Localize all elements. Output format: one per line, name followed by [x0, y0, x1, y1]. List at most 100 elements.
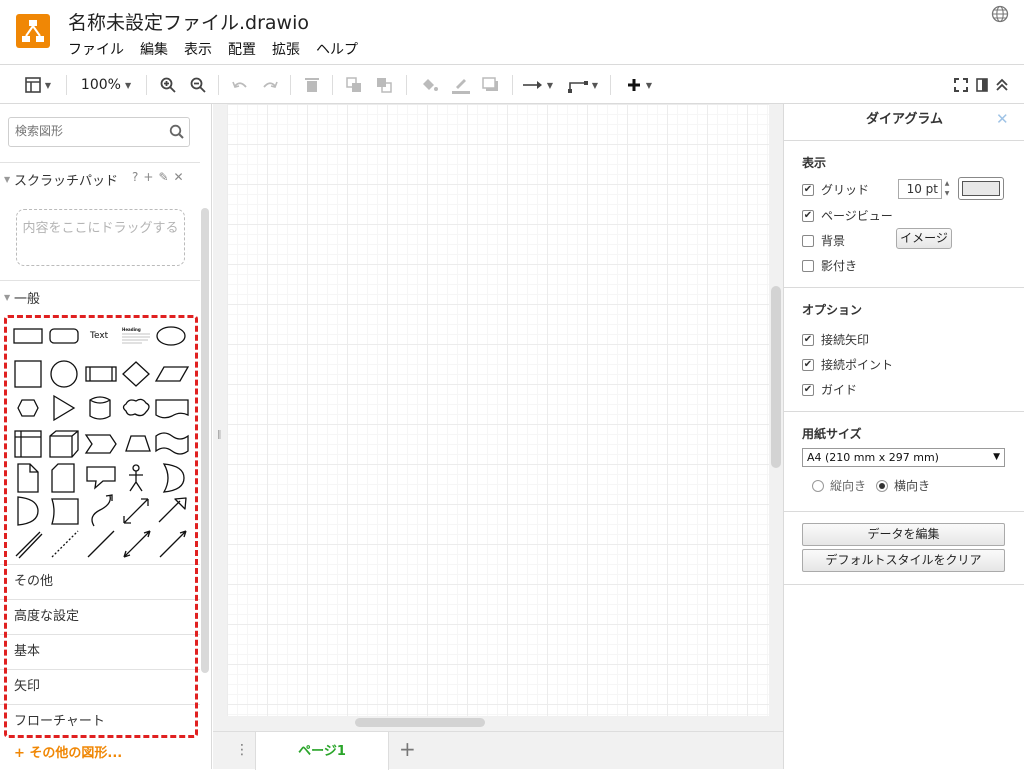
connection-arrows-checkbox[interactable]: ✔	[802, 333, 814, 346]
shadow-button[interactable]	[478, 73, 504, 97]
portrait-radio[interactable]	[812, 479, 824, 492]
sidebar-scrollbar[interactable]	[201, 208, 209, 673]
link-line-shape[interactable]	[10, 528, 46, 564]
data-storage-shape[interactable]	[10, 494, 46, 530]
collapse-button[interactable]	[992, 73, 1012, 97]
category-misc[interactable]: その他	[0, 564, 200, 599]
background-option[interactable]: 背景	[802, 232, 845, 249]
redo-button[interactable]	[258, 73, 282, 97]
landscape-option[interactable]: 横向き	[876, 477, 930, 494]
card-shape[interactable]	[46, 460, 82, 496]
page-menu-icon[interactable]: ⋮	[235, 742, 249, 758]
category-advanced[interactable]: 高度な設定	[0, 599, 200, 634]
process-shape[interactable]	[82, 356, 118, 392]
step-shape[interactable]	[82, 426, 118, 462]
scratchpad-collapse-icon[interactable]: ▼	[4, 175, 10, 184]
zoom-in-button[interactable]	[156, 73, 180, 97]
arrow-shape[interactable]	[154, 494, 190, 530]
or-shape[interactable]	[154, 460, 190, 496]
callout-shape[interactable]	[82, 460, 118, 496]
guides-checkbox[interactable]: ✔	[802, 383, 814, 396]
category-arrows[interactable]: 矢印	[0, 669, 200, 704]
background-image-button[interactable]: イメージ	[896, 228, 952, 249]
note-shape[interactable]	[10, 460, 46, 496]
search-icon[interactable]	[169, 124, 185, 144]
line-color-button[interactable]	[448, 73, 474, 97]
language-globe-icon[interactable]	[991, 5, 1009, 27]
dashed-line-shape[interactable]	[46, 528, 82, 564]
edit-data-button[interactable]: データを編集	[802, 523, 1005, 546]
to-front-button[interactable]	[342, 73, 366, 97]
diagram-canvas[interactable]	[227, 104, 769, 716]
shape-search-box[interactable]	[8, 117, 190, 147]
panel-close-icon[interactable]: ✕	[996, 110, 1009, 128]
shape-search-input[interactable]	[15, 118, 165, 144]
menu-arrange[interactable]: 配置	[220, 40, 264, 60]
vertical-scrollbar[interactable]	[771, 286, 781, 468]
scratchpad-edit-icon[interactable]: ✎	[158, 170, 168, 184]
category-basic[interactable]: 基本	[0, 634, 200, 669]
rounded-rectangle-shape[interactable]	[46, 318, 82, 354]
general-collapse-icon[interactable]: ▼	[4, 293, 10, 302]
category-flowchart[interactable]: フローチャート	[0, 704, 200, 739]
horizontal-scrollbar[interactable]	[355, 718, 485, 727]
grid-checkbox[interactable]: ✔	[802, 183, 814, 196]
text-shape[interactable]: Text	[90, 331, 108, 341]
scratchpad-drop-area[interactable]: 内容をここにドラッグする	[16, 209, 185, 266]
connection-style-button[interactable]: ▼	[520, 73, 556, 97]
directional-connector-shape[interactable]	[154, 528, 190, 564]
trapezoid-shape[interactable]	[118, 426, 154, 462]
zoom-select[interactable]: 100% ▼	[76, 73, 136, 97]
page-view-checkbox[interactable]: ✔	[802, 209, 814, 222]
more-shapes-link[interactable]: + その他の図形...	[14, 742, 122, 761]
menu-help[interactable]: ヘルプ	[308, 40, 366, 60]
to-back-button[interactable]	[372, 73, 396, 97]
connection-points-option[interactable]: ✔ 接続ポイント	[802, 356, 893, 373]
undo-button[interactable]	[228, 73, 252, 97]
page-view-option[interactable]: ✔ ページビュー	[802, 207, 893, 224]
clear-default-style-button[interactable]: デフォルトスタイルをクリア	[802, 549, 1005, 572]
view-panels-button[interactable]: ▼	[20, 73, 56, 97]
triangle-shape[interactable]	[46, 390, 82, 426]
zoom-out-button[interactable]	[186, 73, 210, 97]
square-shape[interactable]	[10, 356, 46, 392]
scratchpad-title[interactable]: スクラッチパッド	[14, 170, 118, 189]
actor-shape[interactable]	[118, 460, 154, 496]
tape-shape[interactable]	[154, 426, 190, 462]
general-section-title[interactable]: 一般	[14, 288, 40, 307]
connection-points-checkbox[interactable]: ✔	[802, 358, 814, 371]
cylinder-shape[interactable]	[82, 390, 118, 426]
delete-button[interactable]	[300, 73, 324, 97]
menu-view[interactable]: 表示	[176, 40, 220, 60]
insert-button[interactable]: ▼	[620, 73, 658, 97]
hexagon-shape[interactable]	[10, 390, 46, 426]
line-shape[interactable]	[82, 528, 118, 564]
splitter-handle[interactable]: ‖	[217, 430, 222, 440]
grid-option[interactable]: ✔ グリッド	[802, 181, 869, 198]
landscape-radio[interactable]	[876, 479, 888, 492]
stored-data-shape[interactable]	[46, 494, 82, 530]
cloud-shape[interactable]	[118, 390, 154, 426]
circle-shape[interactable]	[46, 356, 82, 392]
waypoints-button[interactable]: ▼	[564, 73, 602, 97]
internal-storage-shape[interactable]	[10, 426, 46, 462]
menu-file[interactable]: ファイル	[60, 40, 132, 60]
cube-shape[interactable]	[46, 426, 82, 462]
scratchpad-add-icon[interactable]: +	[143, 170, 153, 184]
bidirectional-arrow-shape[interactable]	[118, 494, 154, 530]
portrait-option[interactable]: 縦向き	[812, 477, 866, 494]
fill-color-button[interactable]	[416, 73, 442, 97]
document-title[interactable]: 名称未設定ファイル.drawio	[68, 8, 309, 35]
drawio-logo[interactable]	[16, 14, 50, 48]
scratchpad-close-icon[interactable]: ✕	[174, 170, 184, 184]
page-tab-active[interactable]: ページ1	[255, 732, 389, 770]
grid-size-stepper[interactable]: ▲ ▼	[942, 179, 952, 199]
grid-size-input[interactable]: 10 pt	[898, 179, 942, 199]
document-shape[interactable]	[154, 390, 190, 426]
shadow-option[interactable]: 影付き	[802, 257, 857, 274]
curved-arrow-shape[interactable]	[82, 494, 118, 530]
grid-color-button[interactable]	[958, 177, 1004, 200]
paper-size-select[interactable]: A4 (210 mm x 297 mm) ▼	[802, 448, 1005, 467]
menu-edit[interactable]: 編集	[132, 40, 176, 60]
shadow-checkbox[interactable]	[802, 259, 814, 272]
